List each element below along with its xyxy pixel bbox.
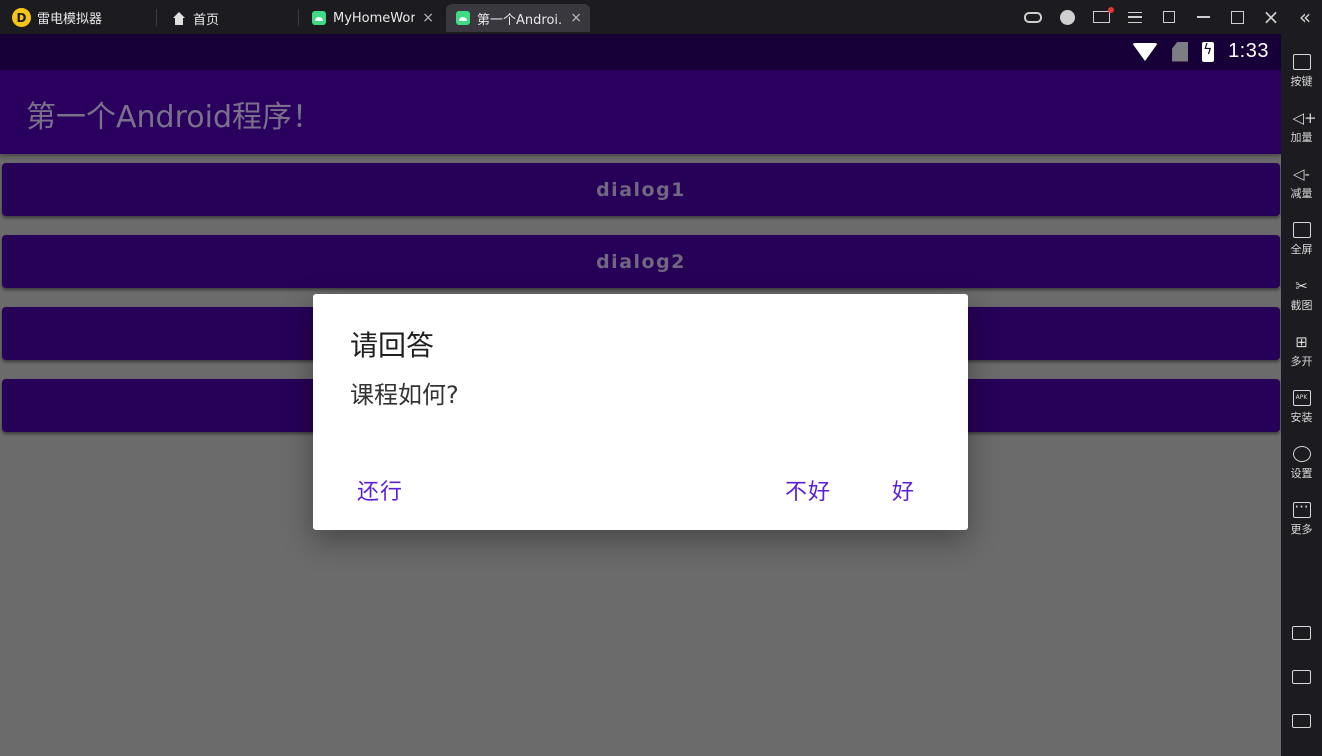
mail-icon: [1092, 7, 1114, 23]
android-app-icon: [456, 11, 470, 25]
sidebar-item-more[interactable]: ··· 更多: [1281, 498, 1322, 537]
account-button[interactable]: [1050, 0, 1084, 34]
home-nav-icon[interactable]: [1292, 670, 1311, 684]
tab-home-label: 首页: [193, 12, 220, 28]
apk-icon: APK: [1292, 390, 1311, 406]
sidebar-item-label: 安装: [1290, 411, 1313, 424]
tab-myhomework-label: MyHomeWor...: [333, 10, 415, 26]
sidebar-item-volume-down[interactable]: ◁- 减量: [1281, 166, 1322, 201]
maximize-icon: [1230, 10, 1244, 24]
dialog-message: 课程如何?: [350, 381, 459, 409]
messages-button[interactable]: [1084, 0, 1118, 34]
sidebar-item-settings[interactable]: 设置: [1281, 446, 1322, 481]
window-controls: × «: [1016, 0, 1322, 34]
alert-dialog: 请回答 课程如何? 还行 不好 好: [313, 294, 968, 530]
shrink-window-icon: [1163, 11, 1175, 23]
dialog-neutral-button[interactable]: 还行: [357, 474, 403, 506]
sidebar-item-label: 更多: [1290, 523, 1313, 536]
sidebar-item-install-apk[interactable]: APK 安装: [1281, 390, 1322, 425]
sidebar-item-label: 多开: [1290, 355, 1313, 368]
sidebar-item-label: 全屏: [1290, 243, 1313, 256]
emulator-brand[interactable]: D 雷电模拟器: [12, 8, 102, 27]
double-chevron-left-icon: «: [1298, 5, 1312, 29]
menu-icon: [1128, 11, 1142, 23]
user-icon: [1059, 9, 1075, 25]
emulator-sidebar: 按键 ◁+ 加量 ◁- 减量 全屏 ✂ 截图 ⊞ 多开 APK 安装 设置 ··…: [1281, 34, 1322, 756]
collapse-sidebar-button[interactable]: «: [1288, 0, 1322, 34]
minimize-icon: [1196, 16, 1210, 18]
close-icon: ×: [1262, 5, 1280, 29]
tab-first-android-active[interactable]: 第一个Androi... ×: [446, 4, 590, 32]
tab-separator: [156, 9, 157, 26]
emulator-name: 雷电模拟器: [37, 12, 103, 27]
keyboard-icon: [1292, 54, 1311, 70]
tab-home[interactable]: 首页: [162, 4, 227, 32]
dialog-negative-button[interactable]: 不好: [785, 474, 831, 506]
tab-first-android-label: 第一个Androi...: [477, 12, 564, 28]
dialog-title: 请回答: [350, 329, 435, 362]
sidebar-item-label: 按键: [1290, 75, 1313, 88]
more-icon: ···: [1292, 498, 1311, 518]
recent-apps-icon[interactable]: [1292, 714, 1311, 728]
dialog-positive-button[interactable]: 好: [892, 474, 915, 506]
sidebar-item-label: 设置: [1290, 467, 1313, 480]
tab-separator: [298, 9, 299, 26]
gear-icon: [1292, 446, 1311, 462]
android-screen: 1:33 第一个Android程序！ dialog1 dialog2 请回答 课…: [0, 34, 1281, 756]
app-title: 第一个Android程序！: [26, 100, 322, 135]
restore-button[interactable]: [1152, 0, 1186, 34]
close-icon[interactable]: ×: [422, 10, 434, 26]
multi-instance-icon: ⊞: [1295, 333, 1308, 351]
sidebar-item-label: 减量: [1290, 187, 1313, 200]
sidebar-item-volume-up[interactable]: ◁+ 加量: [1281, 110, 1322, 145]
gamepad-icon: [1024, 11, 1042, 23]
emulator-title-bar: D 雷电模拟器 首页 MyHomeWor... × 第一个Androi... ×…: [0, 0, 1322, 34]
maximize-button[interactable]: [1220, 0, 1254, 34]
sidebar-item-screenshot[interactable]: ✂ 截图: [1281, 278, 1322, 313]
sidebar-item-label: 截图: [1290, 299, 1313, 312]
gamepad-button[interactable]: [1016, 0, 1050, 34]
android-app-icon: [312, 11, 326, 25]
emulator-logo-icon: D: [12, 8, 31, 27]
back-icon[interactable]: [1292, 626, 1311, 640]
close-window-button[interactable]: ×: [1254, 0, 1288, 34]
sidebar-item-keymap[interactable]: 按键: [1281, 54, 1322, 89]
scissors-icon: ✂: [1295, 277, 1308, 295]
home-icon: [172, 11, 186, 25]
battery-charging-icon: [1202, 41, 1215, 62]
android-status-bar: 1:33: [0, 34, 1281, 70]
sidebar-item-label: 加量: [1290, 131, 1313, 144]
volume-down-icon: ◁-: [1293, 165, 1310, 183]
sidebar-item-fullscreen[interactable]: 全屏: [1281, 222, 1322, 257]
dialog1-button[interactable]: dialog1: [2, 163, 1280, 216]
dialog2-button[interactable]: dialog2: [2, 235, 1280, 288]
no-sim-icon: [1172, 41, 1189, 62]
volume-up-icon: ◁+: [1292, 109, 1317, 127]
tab-myhomework[interactable]: MyHomeWor... ×: [302, 4, 442, 32]
wifi-icon: [1132, 42, 1159, 61]
fullscreen-icon: [1292, 222, 1311, 238]
menu-button[interactable]: [1118, 0, 1152, 34]
minimize-button[interactable]: [1186, 0, 1220, 34]
app-bar: 第一个Android程序！: [0, 70, 1281, 154]
close-icon[interactable]: ×: [570, 10, 582, 26]
status-time: 1:33: [1228, 40, 1269, 62]
sidebar-item-multi-instance[interactable]: ⊞ 多开: [1281, 334, 1322, 369]
